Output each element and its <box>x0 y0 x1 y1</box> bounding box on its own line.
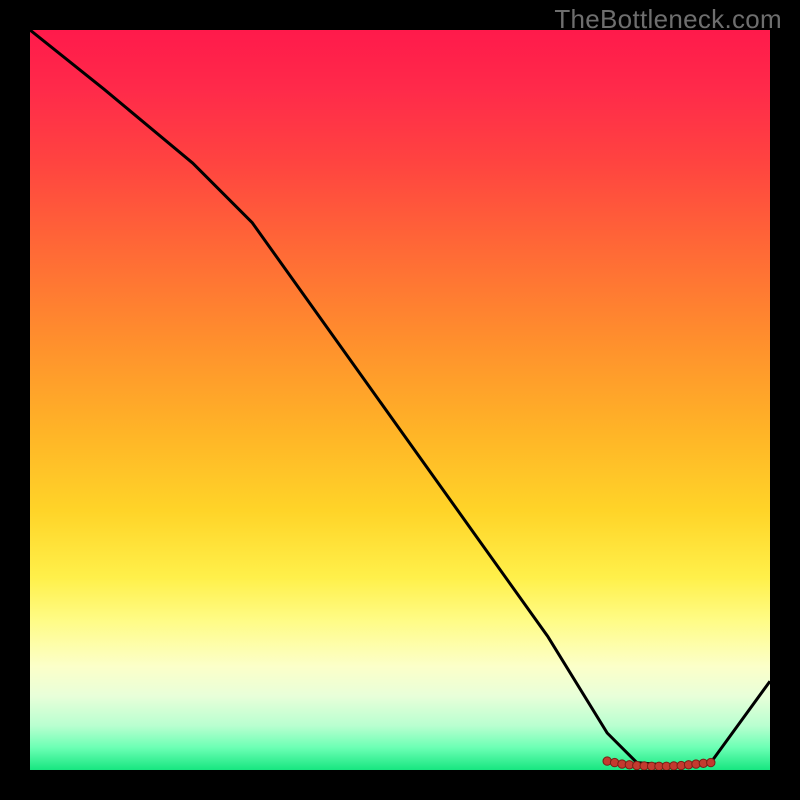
marker-dot <box>707 758 715 766</box>
curve-line <box>30 30 770 766</box>
chart-svg <box>30 30 770 770</box>
marker-layer <box>603 757 715 770</box>
chart-frame: TheBottleneck.com <box>0 0 800 800</box>
plot-area <box>30 30 770 770</box>
